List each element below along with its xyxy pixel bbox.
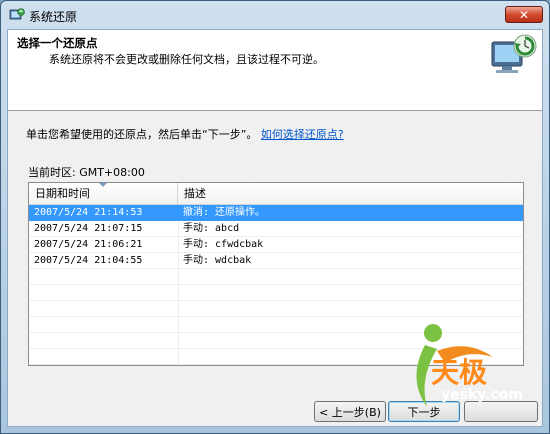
watermark-cn: 天极 [431,356,488,389]
column-header-description[interactable]: 描述 [178,183,523,204]
title-bar[interactable]: 系统还原 ✕ [1,1,549,29]
sort-arrow-icon [99,183,107,187]
window-title: 系统还原 [29,10,78,24]
system-restore-icon [9,8,25,20]
list-row[interactable]: 2007/5/24 21:04:55 手动: wdcbak [29,253,523,269]
list-row[interactable]: 2007/5/24 21:07:15 手动: abcd [29,221,523,237]
instruction-text: 单击您希望使用的还原点，然后单击“下一步”。 如何选择还原点? [26,126,344,142]
row-description: 手动: wdcbak [183,255,252,266]
row-datetime: 2007/5/24 21:14:53 [34,207,143,218]
empty-row [29,301,523,317]
restore-computer-icon [491,34,537,73]
row-description: 手动: cfwdcbak [183,239,264,250]
back-button[interactable]: < 上一步(B) [314,401,386,422]
help-link[interactable]: 如何选择还原点? [261,128,344,141]
empty-row [29,285,523,301]
timezone-label: 当前时区: GMT+08:00 [28,166,145,179]
row-datetime: 2007/5/24 21:07:15 [34,223,143,234]
page-subtitle: 系统还原将不会更改或删除任何文档，且该过程不可逆。 [49,53,324,66]
system-restore-window: 系统还原 ✕ 选择一个还原点 系统还原将不会更改或删除任何文档，且该过程不可逆。… [0,0,550,434]
list-row[interactable]: 2007/5/24 21:14:53 撤消: 还原操作。 [29,205,523,221]
list-header: 日期和时间 描述 [29,183,523,205]
row-datetime: 2007/5/24 21:06:21 [34,239,143,250]
watermark-en: yesky.com [441,387,523,403]
page-title: 选择一个还原点 [17,36,98,50]
close-button[interactable]: ✕ [505,6,543,23]
row-description: 撤消: 还原操作。 [183,207,266,218]
row-datetime: 2007/5/24 21:04:55 [34,255,143,266]
empty-row [29,269,523,285]
row-description: 手动: abcd [183,223,240,234]
instruction-label: 单击您希望使用的还原点，然后单击“下一步”。 [26,128,258,141]
list-row[interactable]: 2007/5/24 21:06:21 手动: cfwdcbak [29,237,523,253]
wizard-header: 选择一个还原点 系统还原将不会更改或删除任何文档，且该过程不可逆。 [8,30,542,111]
